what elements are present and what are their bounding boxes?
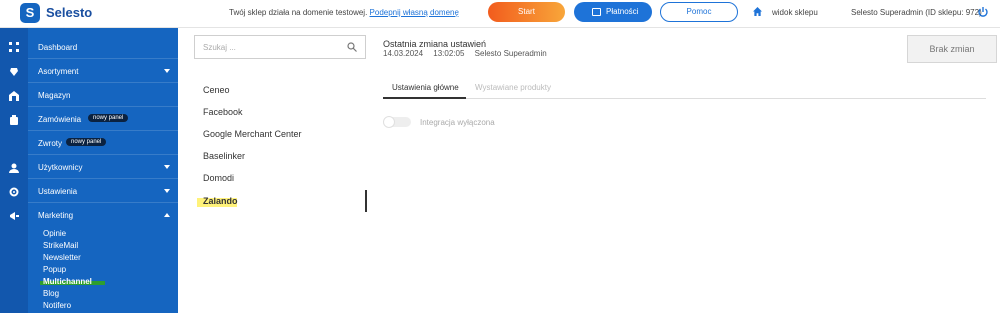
sidebar-item-dashboard[interactable]: Dashboard [28, 35, 178, 59]
integration-status-label: Integracja wyłączona [420, 118, 495, 127]
tab-main-settings[interactable]: Ustawienia główne [392, 83, 459, 92]
last-change-meta: 14.03.2024 13:02:05 Selesto Superadmin [383, 49, 555, 58]
start-button[interactable]: Start [488, 2, 565, 22]
last-change-user: Selesto Superadmin [474, 49, 547, 58]
wallet-icon [592, 8, 601, 16]
toggle-knob [383, 116, 395, 128]
chevron-down-icon [164, 69, 170, 73]
power-icon[interactable] [977, 6, 989, 18]
channel-item-domodi[interactable]: Domodi [203, 173, 234, 183]
active-item-indicator [365, 190, 367, 212]
help-button[interactable]: Pomoc [660, 2, 738, 22]
test-domain-notice: Twój sklep działa na domenie testowej. P… [229, 8, 459, 17]
sidebar-item-assortment[interactable]: Asortyment [28, 59, 178, 83]
sidebar-item-settings[interactable]: Ustawienia [28, 179, 178, 203]
sidebar-icon-rail [0, 28, 28, 313]
active-tab-underline [383, 97, 466, 99]
integration-toggle[interactable] [383, 116, 411, 128]
sidebar-item-label: Asortyment [38, 67, 79, 76]
sidebar-item-label: Użytkownicy [38, 163, 83, 172]
new-panel-badge: nowy panel [88, 114, 129, 122]
search-icon[interactable] [347, 42, 357, 52]
gear-icon[interactable] [9, 187, 19, 197]
submenu-item-strikemail[interactable]: StrikeMail [43, 241, 78, 250]
megaphone-icon[interactable] [9, 211, 19, 221]
selesto-logo[interactable]: S [20, 3, 40, 23]
sidebar-item-label: Magazyn [38, 91, 71, 100]
top-bar: S Selesto Twój sklep działa na domenie t… [0, 0, 1000, 28]
sidebar: Dashboard Asortyment Magazyn Zamówienia … [0, 28, 178, 313]
notice-text: Twój sklep działa na domenie testowej. [229, 8, 368, 17]
sidebar-item-users[interactable]: Użytkownicy [28, 155, 178, 179]
payments-label: Płatności [606, 7, 639, 16]
tabs-divider [383, 98, 986, 99]
new-panel-badge: nowy panel [66, 138, 107, 146]
submenu-item-multichannel[interactable]: Multichannel [43, 277, 92, 286]
sidebar-item-label: Zamówienia [38, 115, 82, 124]
chevron-down-icon [164, 189, 170, 193]
submenu-item-newsletter[interactable]: Newsletter [43, 253, 81, 262]
submenu-item-popup[interactable]: Popup [43, 265, 66, 274]
warehouse-icon[interactable] [9, 91, 19, 101]
view-shop-link[interactable]: widok sklepu [772, 8, 818, 17]
payments-button[interactable]: Płatności [574, 2, 652, 22]
chevron-down-icon [164, 165, 170, 169]
orders-icon[interactable] [9, 115, 19, 125]
sidebar-item-orders[interactable]: Zamówienia nowy panel [28, 107, 178, 131]
channel-item-baselinker[interactable]: Baselinker [203, 151, 245, 161]
no-changes-button[interactable]: Brak zmian [907, 35, 997, 63]
sidebar-item-returns[interactable]: Zwroty nowy panel [28, 131, 178, 155]
channel-item-zalando[interactable]: Zalando [203, 196, 238, 206]
tab-listed-products[interactable]: Wystawiane produkty [475, 83, 551, 92]
sidebar-item-label: Dashboard [38, 43, 78, 52]
last-change-time: 13:02:05 [433, 49, 465, 58]
channel-item-facebook[interactable]: Facebook [203, 107, 243, 117]
brand-name[interactable]: Selesto [46, 5, 92, 20]
submenu-item-blog[interactable]: Blog [43, 289, 59, 298]
channel-list-panel [178, 28, 368, 313]
last-change-title: Ostatnia zmiana ustawień [383, 39, 487, 49]
sidebar-item-label: Zwroty [38, 139, 62, 148]
main-content [368, 28, 1000, 313]
search-placeholder: Szukaj ... [203, 43, 236, 52]
sidebar-item-marketing[interactable]: Marketing [28, 203, 178, 227]
users-icon[interactable] [9, 163, 19, 173]
connect-domain-link[interactable]: Podepnij własną domenę [370, 8, 459, 17]
dashboard-icon[interactable] [9, 42, 19, 52]
submenu-item-notifero[interactable]: Notifero [43, 301, 71, 310]
submenu-item-opinions[interactable]: Opinie [43, 229, 66, 238]
sidebar-item-label: Marketing [38, 211, 74, 220]
channel-item-google-merchant[interactable]: Google Merchant Center [203, 129, 302, 139]
last-change-date: 14.03.2024 [383, 49, 424, 58]
assortment-icon[interactable] [9, 67, 19, 77]
sidebar-item-label: Ustawienia [38, 187, 78, 196]
chevron-up-icon [164, 213, 170, 217]
home-icon[interactable] [753, 7, 762, 16]
search-input[interactable]: Szukaj ... [194, 35, 366, 59]
user-info: Selesto Superadmin (ID sklepu: 972) [851, 8, 982, 17]
sidebar-item-warehouse[interactable]: Magazyn [28, 83, 178, 107]
channel-item-ceneo[interactable]: Ceneo [203, 85, 230, 95]
